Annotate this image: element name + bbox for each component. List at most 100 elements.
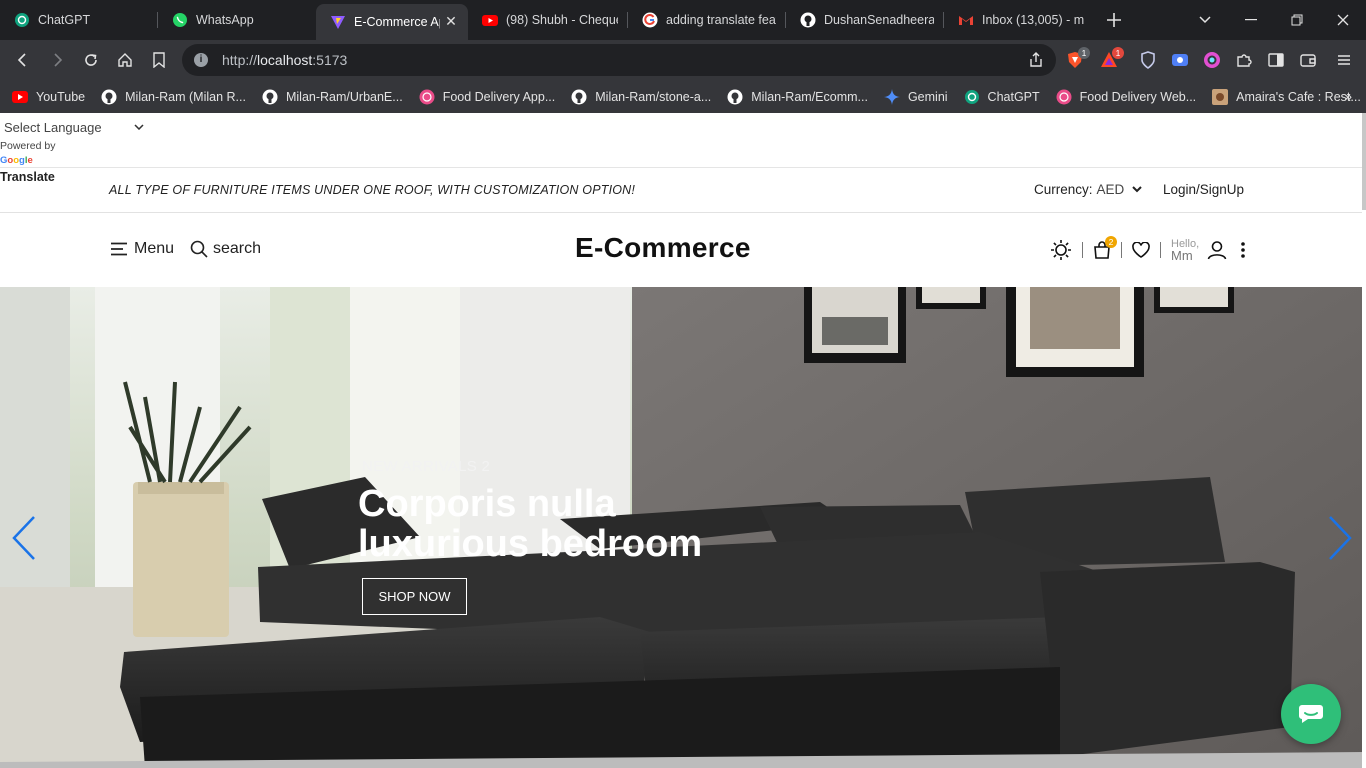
address-bar[interactable]: i http://localhost:5173 <box>182 44 1056 76</box>
cart-count-badge: 2 <box>1105 236 1117 248</box>
bookmarks-overflow-button[interactable]: » <box>1344 88 1352 104</box>
menu-label: Menu <box>134 240 175 257</box>
wallet-icon[interactable] <box>1299 51 1317 69</box>
divider <box>1082 242 1083 258</box>
tab-github[interactable]: DushanSenadheera/ <box>786 0 944 40</box>
site-header: Menu search E-Commerce 2 Hello, Mm <box>0 213 1362 287</box>
new-tab-button[interactable] <box>1094 0 1134 40</box>
search-label: search <box>213 240 262 257</box>
bookmark-github-ecomm[interactable]: Milan-Ram/Ecomm... <box>727 89 868 105</box>
hero-slider: NEW ARRIVALS 2 Corporis nulla luxurious … <box>0 287 1366 768</box>
promo-text: ALL TYPE OF FURNITURE ITEMS UNDER ONE RO… <box>109 183 636 197</box>
more-options-button[interactable] <box>1241 242 1245 258</box>
bookmark-github-stone[interactable]: Milan-Ram/stone-a... <box>571 89 711 105</box>
hamburger-menu-icon[interactable] <box>1335 51 1353 69</box>
google-icon <box>642 12 658 28</box>
bookmark-label: Milan-Ram (Milan R... <box>125 89 246 104</box>
scrollbar[interactable] <box>1362 113 1366 768</box>
chevron-down-icon <box>1132 186 1142 193</box>
minimize-button[interactable] <box>1228 0 1274 40</box>
hero-title: Corporis nulla luxurious bedroom <box>358 483 703 565</box>
cart-button[interactable]: 2 <box>1093 236 1117 259</box>
tab-google-search[interactable]: adding translate feature <box>628 0 786 40</box>
bookmark-cafe[interactable]: Amaira's Cafe : Rest... <box>1212 88 1361 105</box>
share-icon[interactable] <box>1028 52 1044 68</box>
browser-toolbar: i http://localhost:5173 1 1 <box>0 40 1366 80</box>
shield-extension-icon[interactable] <box>1140 51 1158 69</box>
user-greeting[interactable]: Hello, Mm <box>1171 239 1199 263</box>
arrow-right-icon <box>54 53 63 67</box>
search-button[interactable]: search <box>190 240 261 258</box>
tab-chatgpt[interactable]: ChatGPT <box>0 0 158 40</box>
bookmark-button[interactable] <box>142 43 176 77</box>
bookmark-label: Food Delivery Web... <box>1079 89 1197 104</box>
bookmark-chatgpt[interactable]: ChatGPT <box>964 89 1040 105</box>
cafe-icon <box>1212 88 1229 105</box>
home-button[interactable] <box>108 43 142 77</box>
chatgpt-icon <box>964 89 980 105</box>
slider-next-button[interactable] <box>1324 515 1354 561</box>
tab-gmail[interactable]: Inbox (13,005) - milan <box>944 0 1094 40</box>
tab-title: Inbox (13,005) - milan <box>982 13 1084 27</box>
shop-now-button[interactable]: SHOP NOW <box>362 578 467 615</box>
tab-search-button[interactable] <box>1182 0 1228 40</box>
brave-rewards-icon[interactable]: 1 <box>1100 47 1124 69</box>
wishlist-button[interactable] <box>1132 242 1150 258</box>
sidebar-icon[interactable] <box>1267 51 1285 69</box>
scrollbar-thumb[interactable] <box>1362 113 1366 210</box>
chat-button[interactable] <box>1281 684 1341 744</box>
bookmark-youtube[interactable]: YouTube <box>12 89 85 105</box>
currency-selector[interactable]: Currency: AED <box>1034 182 1142 197</box>
tab-ecommerce[interactable]: E-Commerce App ✕ <box>316 4 468 40</box>
hero-caption: NEW ARRIVALS 2 Corporis nulla luxurious … <box>358 458 702 615</box>
login-signup-link[interactable]: Login/SignUp <box>1163 182 1244 197</box>
media-extension-icon[interactable] <box>1171 51 1189 69</box>
header-actions: 2 Hello, Mm <box>1050 236 1245 263</box>
tab-whatsapp[interactable]: WhatsApp <box>158 0 316 40</box>
info-icon[interactable]: i <box>194 53 208 67</box>
chevron-down-icon <box>134 124 144 130</box>
color-extension-icon[interactable] <box>1203 51 1221 69</box>
bookmark-github-profile[interactable]: Milan-Ram (Milan R... <box>101 89 246 105</box>
bookmark-gemini[interactable]: Gemini <box>883 88 948 105</box>
puzzle-icon[interactable] <box>1235 51 1253 69</box>
user-account-button[interactable] <box>1207 240 1227 260</box>
menu-button[interactable]: Menu <box>110 240 174 258</box>
language-select-label: Select Language <box>4 119 102 135</box>
chatgpt-icon <box>14 12 30 28</box>
reload-button[interactable] <box>74 43 108 77</box>
tab-youtube[interactable]: (98) Shubh - Cheques <box>468 0 628 40</box>
chat-bubble-icon <box>1299 705 1323 723</box>
sun-icon <box>1051 240 1071 260</box>
language-select[interactable]: Select Language <box>4 118 144 136</box>
divider <box>1121 242 1122 258</box>
user-icon <box>1207 241 1227 260</box>
menu-icon <box>111 242 127 256</box>
more-vertical-icon <box>1241 242 1245 258</box>
back-button[interactable] <box>6 43 40 77</box>
bookmark-label: Gemini <box>907 89 948 104</box>
bookmark-food-delivery-app[interactable]: Food Delivery App... <box>419 89 555 105</box>
bookmark-food-delivery-web[interactable]: Food Delivery Web... <box>1056 89 1196 105</box>
close-window-button[interactable] <box>1320 0 1366 40</box>
arrow-left-icon <box>17 53 26 67</box>
close-icon <box>1337 14 1349 26</box>
close-icon[interactable]: ✕ <box>444 14 458 28</box>
chevron-right-icon <box>1329 516 1352 560</box>
bookmark-label: YouTube <box>36 89 86 104</box>
divider <box>1160 242 1161 258</box>
bookmark-icon <box>153 52 165 68</box>
restore-button[interactable] <box>1274 0 1320 40</box>
web-page: Select Language Powered by Google Transl… <box>0 113 1366 768</box>
github-icon <box>727 89 743 105</box>
theme-toggle-button[interactable] <box>1050 239 1072 261</box>
url-text: http://localhost:5173 <box>222 52 348 68</box>
site-logo[interactable]: E-Commerce <box>575 232 751 264</box>
forward-button[interactable] <box>40 43 74 77</box>
rewards-badge: 1 <box>1112 47 1124 59</box>
google-logo[interactable]: Google <box>0 155 33 166</box>
slider-prev-button[interactable] <box>10 515 40 561</box>
reload-icon <box>85 54 97 66</box>
bookmark-github-urban[interactable]: Milan-Ram/UrbanE... <box>262 89 403 105</box>
brave-shields-icon[interactable]: 1 <box>1066 47 1090 69</box>
